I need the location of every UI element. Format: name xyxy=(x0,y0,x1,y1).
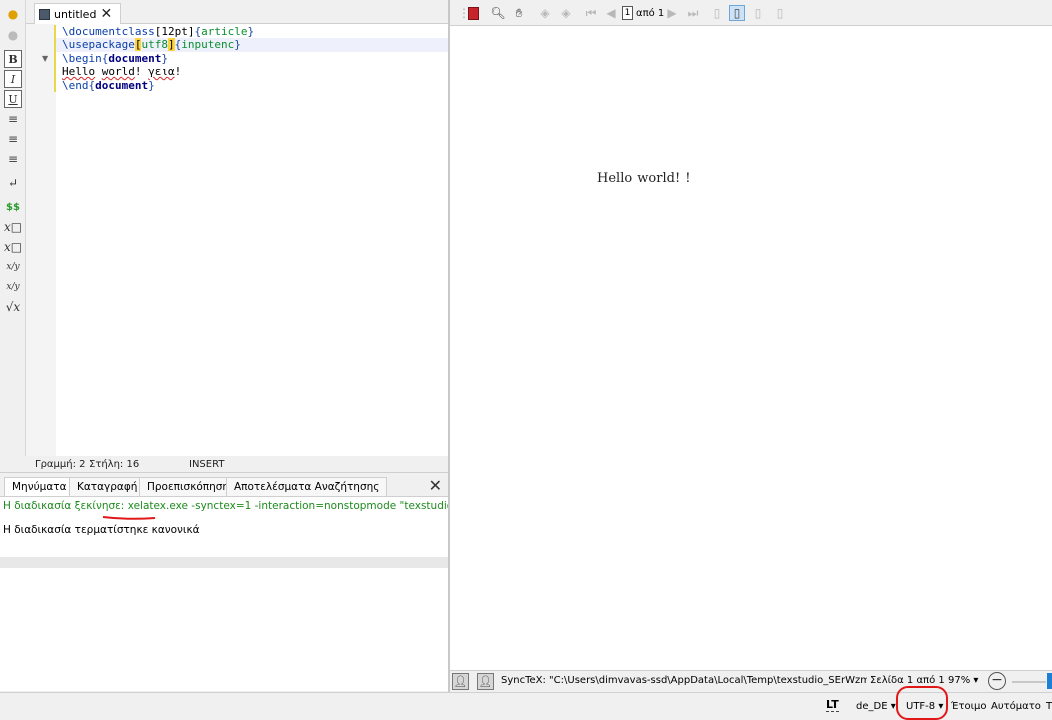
red-circle-annotation xyxy=(896,686,948,720)
languagetool-icon[interactable]: LT xyxy=(826,698,839,712)
messages-panel: Η διαδικασία ξεκίνησε: xelatex.exe -sync… xyxy=(0,496,527,691)
newline-icon[interactable]: ↵ xyxy=(4,174,22,192)
align-left-icon[interactable]: ≡ xyxy=(4,110,22,128)
prev-page-icon[interactable]: ◀ xyxy=(603,5,619,21)
math-mode-button[interactable]: $$ xyxy=(4,198,22,216)
user-icon[interactable]: 👤︎ xyxy=(477,673,494,690)
italic-button[interactable]: I xyxy=(4,70,22,88)
search-icon[interactable]: 🔍︎ xyxy=(490,5,506,21)
last-page-icon[interactable]: ⏭ xyxy=(685,5,701,21)
continuous-view-icon[interactable]: ▯ xyxy=(709,5,725,21)
user-icon[interactable]: 👤︎ xyxy=(452,673,469,690)
back-icon[interactable]: ◈ xyxy=(537,5,553,21)
messages-tab-bar: Μηνύματα Καταγραφή Προεπισκόπηση Αποτελέ… xyxy=(0,472,448,497)
insert-mode-indicator[interactable]: INSERT xyxy=(189,459,224,470)
status-bar: LT de_DE ▾ UTF-8 ▾ Έτοιμο Αυτόματο T xyxy=(0,692,1052,720)
code-line: \documentclass[12pt]{article} xyxy=(54,25,448,39)
line-indicator: Γραμμή: 2 xyxy=(35,459,86,470)
code-editor[interactable]: ▼ \documentclass[12pt]{article} \usepack… xyxy=(26,24,448,456)
folder-icon[interactable]: ● xyxy=(4,5,22,23)
single-page-icon[interactable]: ▯ xyxy=(729,5,745,21)
page-number-input[interactable]: 1 xyxy=(622,6,633,20)
fraction-button[interactable]: x/y xyxy=(4,258,22,276)
fold-marker-icon[interactable]: ▼ xyxy=(42,54,48,63)
underline-button[interactable]: U xyxy=(4,90,22,108)
tab-preview[interactable]: Προεπισκόπηση xyxy=(139,477,238,497)
tab-log[interactable]: Καταγραφή xyxy=(69,477,146,497)
superscript-button[interactable]: x□ xyxy=(4,238,22,256)
next-page-icon[interactable]: ▶ xyxy=(664,5,680,21)
close-icon[interactable]: ✕ xyxy=(100,7,112,21)
align-right-icon[interactable]: ≡ xyxy=(4,150,22,168)
page-count-label: από 1 xyxy=(636,8,665,19)
tab-search-results[interactable]: Αποτελέσματα Αναζήτησης xyxy=(226,477,388,497)
zoom-slider[interactable] xyxy=(1012,681,1046,683)
structure-icon[interactable]: ● xyxy=(4,26,22,44)
pdf-viewport[interactable]: Hello world! ! xyxy=(450,26,1052,670)
xelatex-command: xelatex.exe xyxy=(127,500,188,512)
pdf-status-bar: 👤︎ 👤︎ SyncTeX: "C:\Users\dimvavas-ssd\Ap… xyxy=(450,670,1052,692)
tab-untitled[interactable]: untitled ✕ xyxy=(34,3,122,24)
tab-label: untitled xyxy=(54,7,97,21)
zoom-slider-handle[interactable] xyxy=(1047,673,1052,689)
tab-messages[interactable]: Μηνύματα xyxy=(4,477,75,497)
texstudio-window: ● ● B I U ≡ ≡ ≡ ↵ $$ x□ x□ x/y x/y √x un… xyxy=(0,0,1052,720)
sqrt-button[interactable]: √x xyxy=(4,298,22,316)
close-icon[interactable]: ✕ xyxy=(429,476,442,495)
zoom-out-button[interactable]: − xyxy=(988,672,1006,690)
ready-status: Έτοιμο xyxy=(951,701,987,712)
first-page-icon[interactable]: ⏮ xyxy=(583,5,599,21)
hand-tool-icon[interactable]: ✋︎ xyxy=(511,5,527,21)
page-info: Σελίδα 1 από 1 xyxy=(870,675,945,686)
red-underline-annotation xyxy=(102,516,156,520)
fit-width-icon[interactable]: ▯ xyxy=(750,5,766,21)
pdf-toolbar: ⋮ 🔍︎ ✋︎ ◈ ◈ ⏮ ◀ 1 από 1 ▶ ⏭ ▯ ▯ ▯ ▯ xyxy=(450,0,1052,26)
editor-tab-bar: untitled ✕ xyxy=(26,0,448,24)
save-icon xyxy=(39,8,50,20)
code-line: \end{document} xyxy=(54,78,448,92)
fit-page-icon[interactable]: ▯ xyxy=(772,5,788,21)
pdf-bookmark-icon[interactable] xyxy=(465,5,481,21)
code-line: \begin{document} xyxy=(54,51,448,66)
editor-status-line: Γραμμή: 2 Στήλη: 16 INSERT xyxy=(0,456,448,472)
column-indicator: Στήλη: 16 xyxy=(89,459,140,470)
subscript-button[interactable]: x□ xyxy=(4,218,22,236)
process-finished-message: Η διαδικασία τερματίστηκε κανονικά xyxy=(3,524,200,536)
line-gutter xyxy=(26,24,56,456)
code-area[interactable]: \documentclass[12pt]{article} \usepackag… xyxy=(54,25,448,92)
bold-button[interactable]: B xyxy=(4,50,22,68)
code-line: Hello world! γεια! xyxy=(54,65,448,79)
forward-icon[interactable]: ◈ xyxy=(558,5,574,21)
align-center-icon[interactable]: ≡ xyxy=(4,130,22,148)
messages-separator xyxy=(0,557,448,568)
synctex-path: SyncTeX: "C:\Users\dimvavas-ssd\AppData\… xyxy=(501,675,867,686)
zoom-dropdown[interactable]: 97% ▾ xyxy=(948,675,978,686)
auto-mode-status[interactable]: Αυτόματο xyxy=(991,701,1041,712)
language-dropdown[interactable]: de_DE ▾ xyxy=(856,701,896,712)
overflow-label: T xyxy=(1046,701,1052,712)
pdf-content-text: Hello world! ! xyxy=(597,171,691,186)
format-toolbar: ● ● B I U ≡ ≡ ≡ ↵ $$ x□ x□ x/y x/y √x xyxy=(0,0,26,470)
dfrac-button[interactable]: x/y xyxy=(4,278,22,296)
code-line-current: \usepackage[utf8]{inputenc} xyxy=(54,38,448,52)
